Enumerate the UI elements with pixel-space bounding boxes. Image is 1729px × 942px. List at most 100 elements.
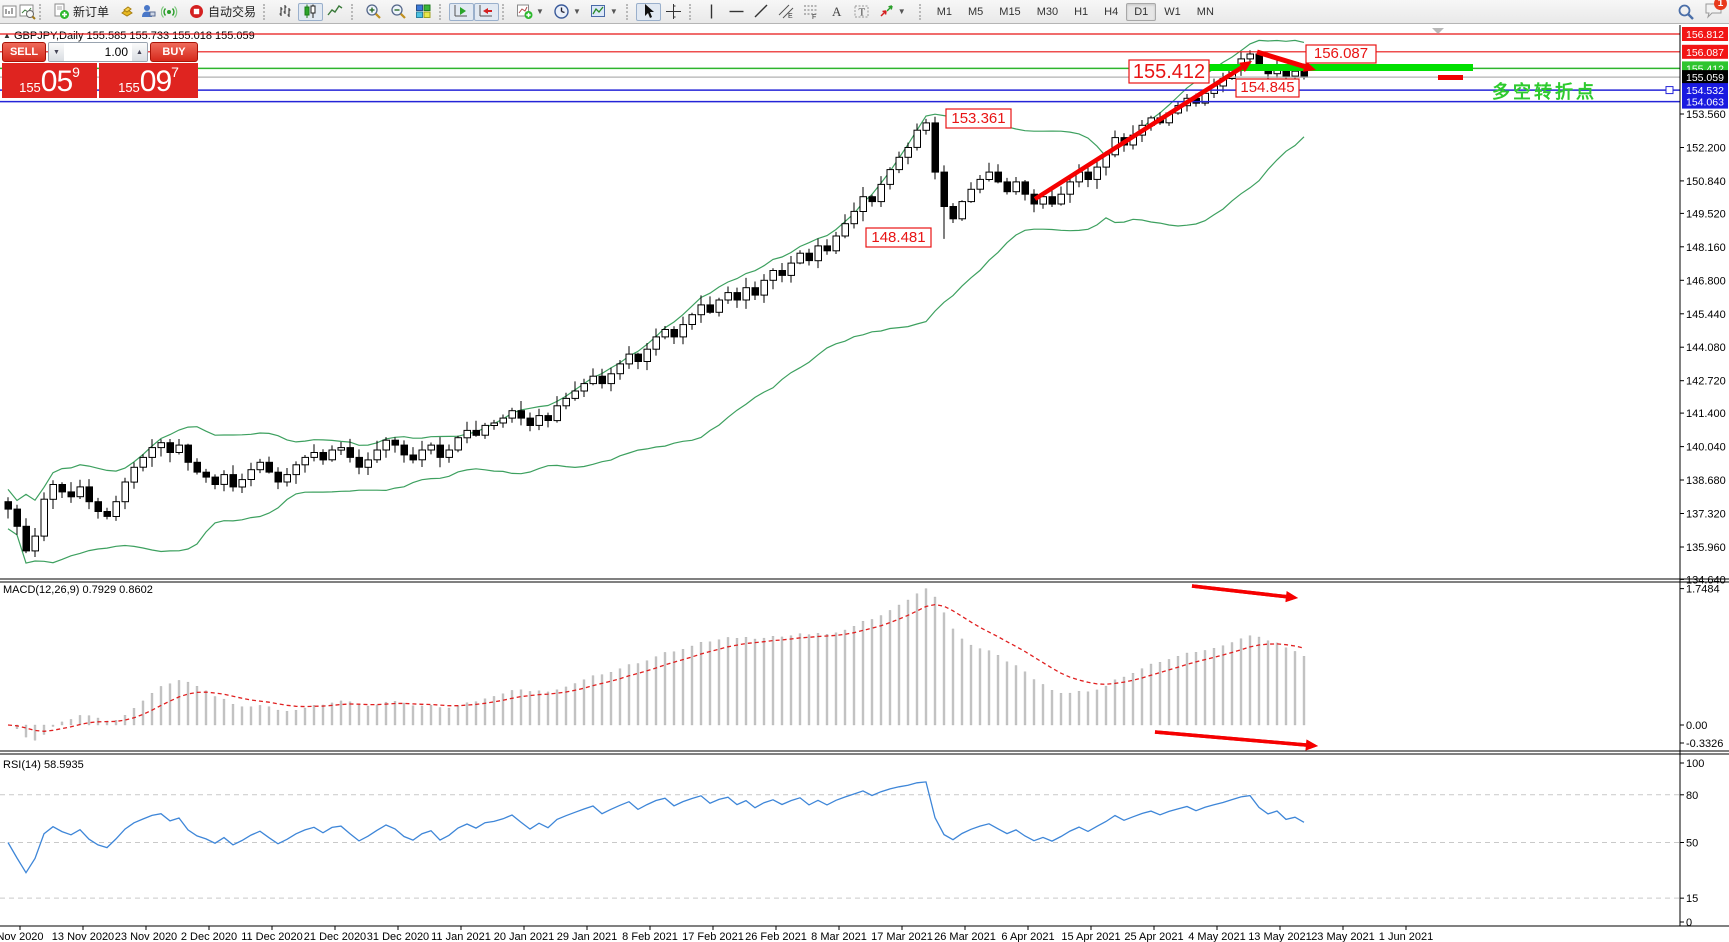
svg-text:50: 50 <box>1686 838 1698 850</box>
ask-price-display[interactable]: 155 09 7 <box>99 63 198 98</box>
rsi-panel <box>0 782 1680 898</box>
lot-decrease-button[interactable]: ▼ <box>49 43 64 61</box>
svg-text:13 Nov 2020: 13 Nov 2020 <box>52 931 114 942</box>
notification-badge: 1 <box>1714 0 1727 10</box>
timeframe-m30[interactable]: M30 <box>1029 3 1066 21</box>
equidistant-channel-icon: E <box>778 3 795 20</box>
templates-icon <box>590 3 607 20</box>
candles <box>5 50 1308 557</box>
timeframe-mn[interactable]: MN <box>1189 3 1222 21</box>
indicators-icon <box>516 3 533 20</box>
toolbar-grip <box>502 4 509 20</box>
svg-text:GBPJPY,Daily 155.585 155.733: GBPJPY,Daily 155.585 155.733 155.018 155… <box>14 30 255 42</box>
chat-button[interactable]: 1 <box>1704 1 1721 22</box>
svg-text:23 May 2021: 23 May 2021 <box>1311 931 1375 942</box>
text-label-button[interactable]: T <box>849 3 874 21</box>
svg-text:148.160: 148.160 <box>1686 242 1726 254</box>
timeframe-h4[interactable]: H4 <box>1096 3 1126 21</box>
toolbar-grip <box>439 4 446 20</box>
zoom-out-icon <box>390 3 407 20</box>
red-dash-mark <box>1438 75 1463 80</box>
text-label-icon: T <box>853 3 870 20</box>
auto-trading-button[interactable]: 自动交易 <box>184 3 260 21</box>
toolbar-grip <box>263 4 270 20</box>
horizontal-line-button[interactable] <box>724 3 749 21</box>
auto-scroll-icon <box>453 3 470 20</box>
svg-text:0: 0 <box>1686 917 1692 929</box>
svg-text:153.560: 153.560 <box>1686 109 1726 121</box>
chevron-down-icon[interactable]: ▼ <box>898 7 906 16</box>
chart-shift-marker <box>1432 28 1444 34</box>
candlestick-chart-button[interactable] <box>298 3 323 21</box>
svg-text:145.440: 145.440 <box>1686 309 1726 321</box>
buy-button[interactable]: BUY <box>150 42 198 62</box>
zoom-in-button[interactable] <box>361 3 386 21</box>
timeframe-d1[interactable]: D1 <box>1126 3 1156 21</box>
periods-clock-icon <box>553 3 570 20</box>
crosshair-button[interactable] <box>661 3 686 21</box>
svg-text:▲: ▲ <box>3 31 11 40</box>
line-chart-button[interactable] <box>323 3 348 21</box>
indicators-button[interactable]: ▼ <box>512 3 549 21</box>
market-icon[interactable] <box>119 3 136 20</box>
sell-button[interactable]: SELL <box>2 42 46 62</box>
fibonacci-button[interactable]: F <box>799 3 824 21</box>
zoom-in-icon <box>365 3 382 20</box>
chevron-down-icon[interactable]: ▼ <box>536 7 544 16</box>
tile-windows-button[interactable] <box>411 3 436 21</box>
svg-text:146.800: 146.800 <box>1686 275 1726 287</box>
timeframe-m1[interactable]: M1 <box>929 3 960 21</box>
fibonacci-icon: F <box>803 3 820 20</box>
svg-text:156.087: 156.087 <box>1686 47 1724 59</box>
candlestick-chart-icon <box>302 3 319 20</box>
lot-size-input[interactable] <box>64 43 132 61</box>
timeframe-h1[interactable]: H1 <box>1066 3 1096 21</box>
svg-text:6 Apr 2021: 6 Apr 2021 <box>1001 931 1054 942</box>
charts-icon[interactable] <box>2 3 19 20</box>
auto-scroll-button[interactable] <box>449 3 474 21</box>
text-button[interactable]: A <box>824 3 849 21</box>
bollinger-bands <box>8 40 1304 563</box>
toolbar-grip <box>626 4 633 20</box>
signals-icon[interactable] <box>140 3 157 20</box>
profiles-icon[interactable] <box>19 3 36 20</box>
timeframe-m15[interactable]: M15 <box>991 3 1028 21</box>
cursor-button[interactable] <box>636 3 661 21</box>
svg-text:150.840: 150.840 <box>1686 176 1726 188</box>
templates-button[interactable]: ▼ <box>586 3 623 21</box>
svg-text:140.040: 140.040 <box>1686 442 1726 454</box>
arrows-button[interactable]: ▼ <box>874 3 911 21</box>
svg-text:20 Jan 2021: 20 Jan 2021 <box>494 931 555 942</box>
vertical-line-button[interactable] <box>699 3 724 21</box>
line-chart-icon <box>327 3 344 20</box>
svg-text:-0.3326: -0.3326 <box>1686 738 1723 750</box>
bar-chart-button[interactable] <box>273 3 298 21</box>
zoom-out-button[interactable] <box>386 3 411 21</box>
timeframe-m5[interactable]: M5 <box>960 3 991 21</box>
svg-text:1 Jun 2021: 1 Jun 2021 <box>1379 931 1433 942</box>
bid-price-display[interactable]: 155 05 9 <box>2 63 97 98</box>
chart-canvas[interactable]: ▲GBPJPY,Daily 155.585 155.733 155.018 15… <box>0 24 1729 942</box>
ask-pip-digit: 7 <box>171 66 179 78</box>
lot-increase-button[interactable]: ▲ <box>132 43 147 61</box>
broadcast-icon[interactable] <box>161 3 178 20</box>
svg-text:154.845: 154.845 <box>1240 79 1294 96</box>
chevron-down-icon[interactable]: ▼ <box>610 7 618 16</box>
chevron-down-icon[interactable]: ▼ <box>573 7 581 16</box>
new-order-button[interactable]: 新订单 <box>49 3 113 21</box>
svg-text:137.320: 137.320 <box>1686 509 1726 521</box>
svg-text:8 Feb 2021: 8 Feb 2021 <box>622 931 678 942</box>
chart-shift-button[interactable] <box>474 3 499 21</box>
toolbar-grip <box>39 4 46 20</box>
periods-button[interactable]: ▼ <box>549 3 586 21</box>
svg-text:141.400: 141.400 <box>1686 408 1726 420</box>
lot-size-stepper: ▼ ▲ <box>48 42 148 62</box>
svg-text:多空转折点: 多空转折点 <box>1492 81 1597 102</box>
search-icon[interactable] <box>1677 3 1694 20</box>
svg-text:F: F <box>812 14 816 20</box>
trendline-button[interactable] <box>749 3 774 21</box>
timeframe-w1[interactable]: W1 <box>1156 3 1189 21</box>
trendline-icon <box>753 3 770 20</box>
equidistant-channel-button[interactable]: E <box>774 3 799 21</box>
svg-text:RSI(14) 58.5935: RSI(14) 58.5935 <box>3 759 84 771</box>
